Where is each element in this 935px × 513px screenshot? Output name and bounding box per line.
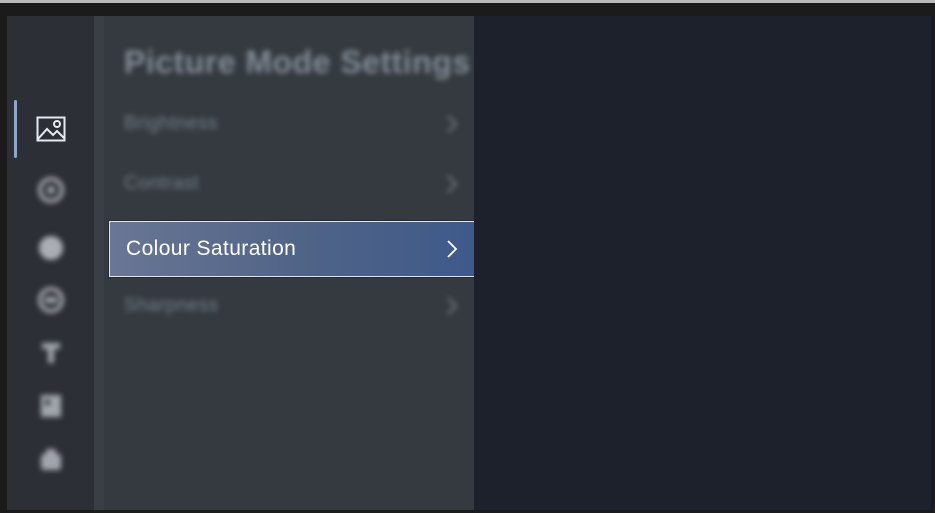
chevron-right-icon <box>447 297 458 315</box>
menu-item-label: Colour Saturation <box>126 237 297 260</box>
tv-frame: Picture Mode Settings Brightness Contras… <box>0 0 935 513</box>
picture-mode-settings-panel: Picture Mode Settings Brightness Contras… <box>104 16 475 510</box>
menu-item-sharpness[interactable]: Sharpness <box>108 278 474 334</box>
menu-item-contrast[interactable]: Contrast <box>108 156 474 212</box>
chevron-right-icon <box>447 175 458 193</box>
selected-category-indicator <box>14 100 17 158</box>
menu-item-label: Sharpness <box>124 295 219 316</box>
picture-icon[interactable] <box>35 113 67 145</box>
accessibility-icon[interactable] <box>35 336 67 368</box>
chevron-right-icon <box>447 240 458 258</box>
menu-item-label: Contrast <box>124 173 200 194</box>
menu-item-colour-saturation[interactable]: Colour Saturation <box>109 221 475 277</box>
system-icon[interactable] <box>35 390 67 422</box>
panel-title: Picture Mode Settings <box>124 44 471 80</box>
menu-item-brightness[interactable]: Brightness <box>108 96 474 152</box>
sound-icon[interactable] <box>35 174 67 206</box>
menu-item-label: Brightness <box>124 113 218 134</box>
channel-icon[interactable] <box>35 284 67 316</box>
content-preview-area <box>474 16 931 510</box>
sidebar-divider <box>94 16 104 510</box>
settings-screen: Picture Mode Settings Brightness Contras… <box>7 16 931 510</box>
category-sidebar <box>7 16 94 510</box>
network-icon[interactable] <box>35 232 67 264</box>
chevron-right-icon <box>447 115 458 133</box>
support-icon[interactable] <box>35 444 67 476</box>
